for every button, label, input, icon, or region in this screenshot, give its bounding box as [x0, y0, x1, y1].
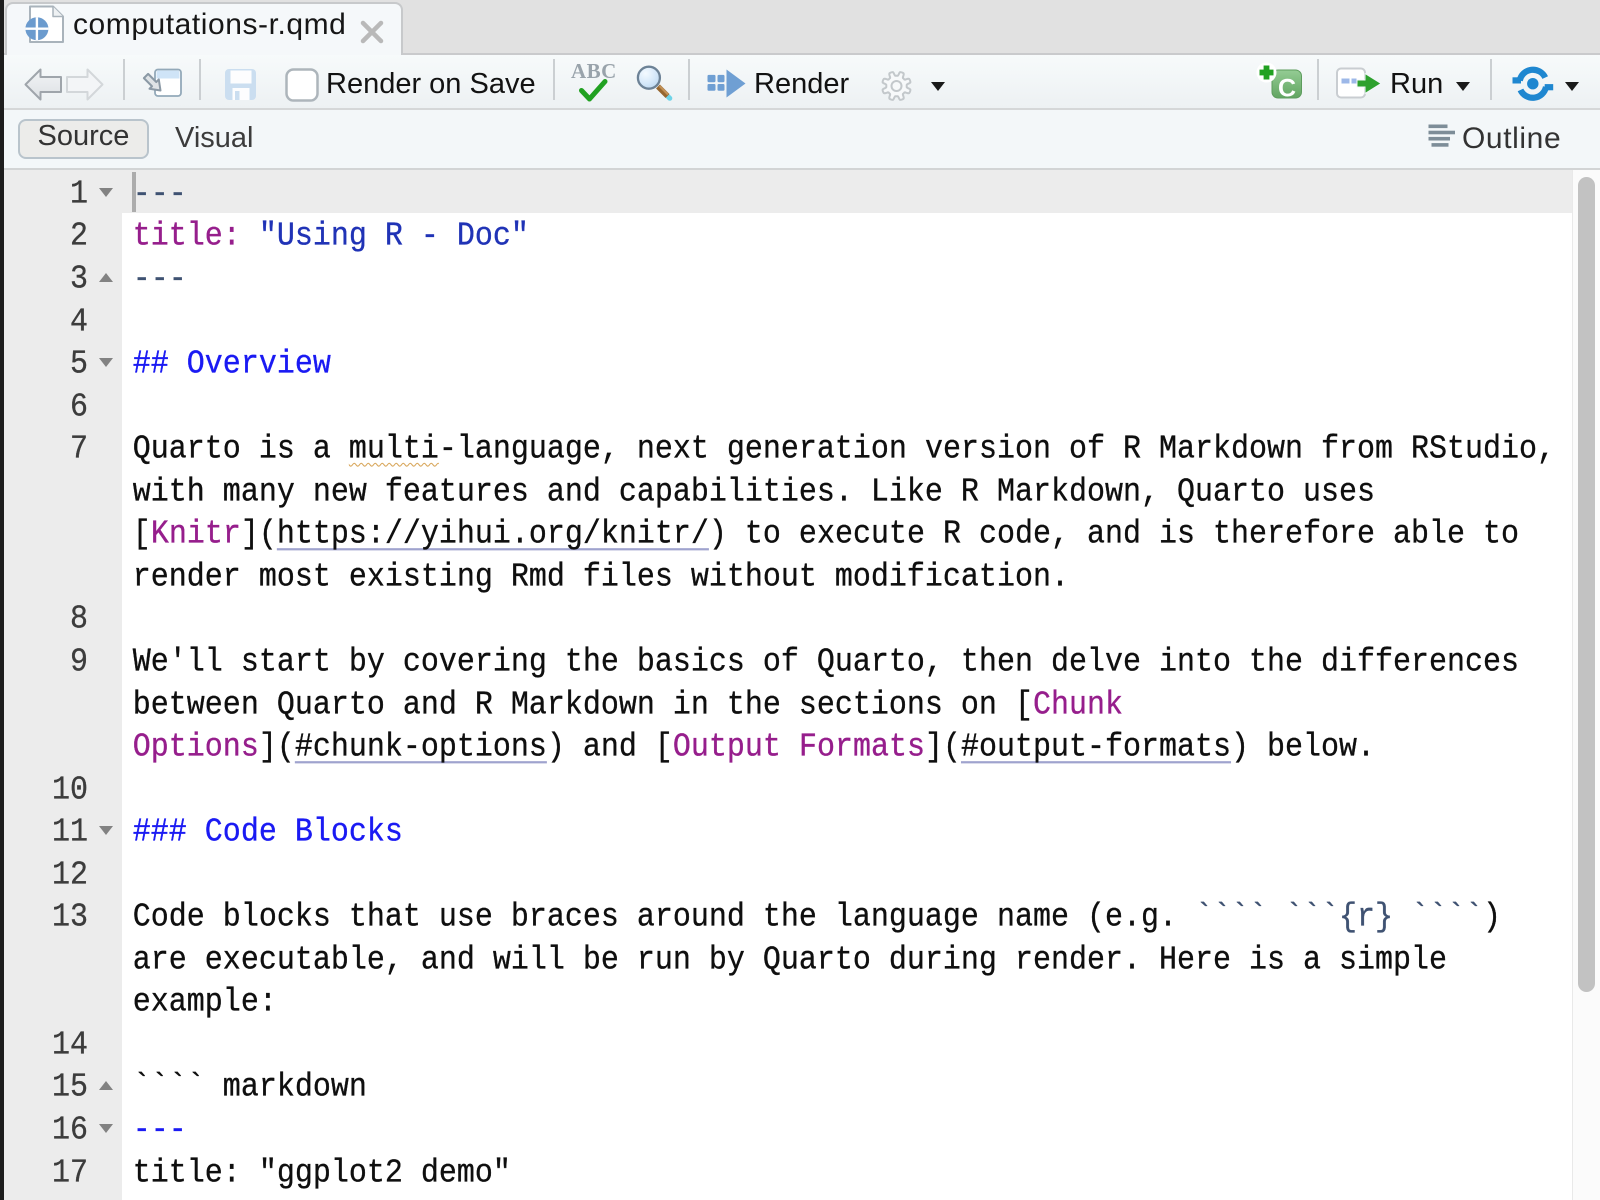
svg-text:C: C	[1278, 75, 1296, 103]
